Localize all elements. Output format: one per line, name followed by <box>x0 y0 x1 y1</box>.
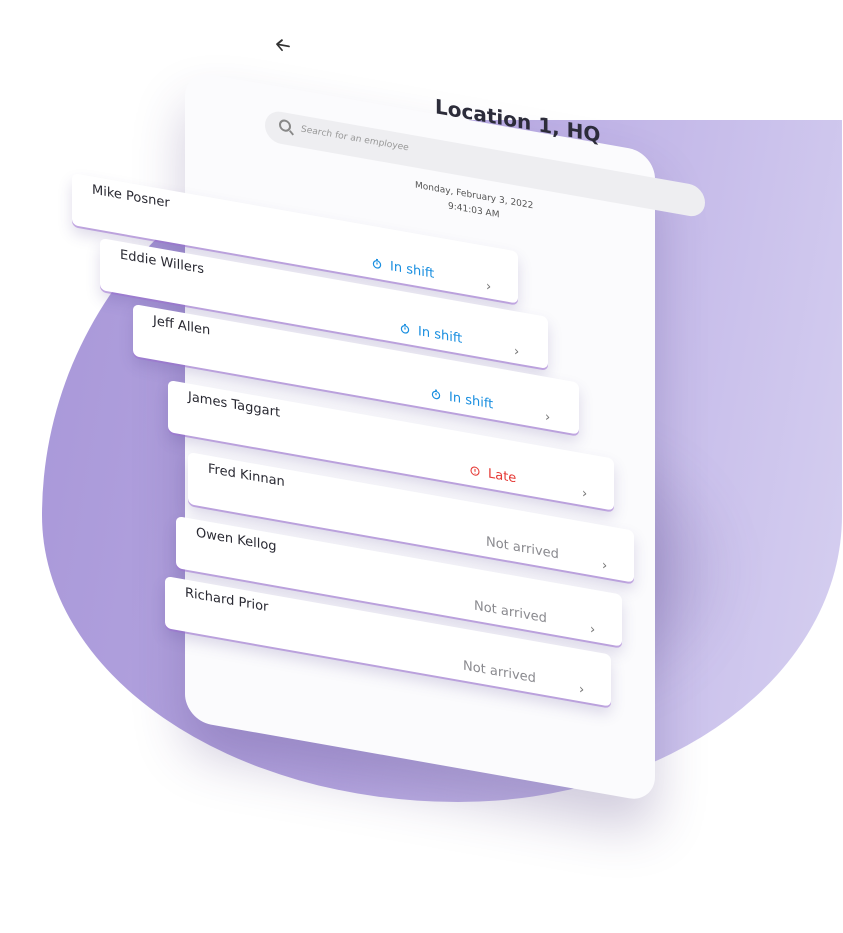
chevron-right-icon[interactable]: › <box>602 558 607 574</box>
status-label: In shift <box>400 321 462 347</box>
status-label: In shift <box>431 387 493 413</box>
chevron-right-icon[interactable]: › <box>579 682 584 698</box>
status-label: Not arrived <box>474 598 547 627</box>
chevron-right-icon[interactable]: › <box>582 486 587 502</box>
stopwatch-icon <box>372 258 382 269</box>
stopwatch-icon <box>431 389 441 400</box>
employee-name: Jeff Allen <box>153 313 211 339</box>
status-label: Not arrived <box>463 658 536 687</box>
alert-circle-icon <box>470 466 480 476</box>
chevron-right-icon[interactable]: › <box>590 622 595 638</box>
page-title: Location 1, HQ <box>435 94 601 148</box>
back-arrow-icon[interactable] <box>275 36 295 60</box>
chevron-right-icon[interactable]: › <box>545 410 550 426</box>
search-icon <box>279 118 291 133</box>
employee-name: Mike Posner <box>92 182 170 212</box>
status-label: Not arrived <box>486 534 559 563</box>
status-label: In shift <box>372 256 434 282</box>
stopwatch-icon <box>400 323 410 334</box>
chevron-right-icon[interactable]: › <box>514 344 519 360</box>
chevron-right-icon[interactable]: › <box>486 279 491 295</box>
app-canvas: Location 1, HQ Search for an employee Mo… <box>0 0 843 933</box>
search-placeholder: Search for an employee <box>301 124 409 154</box>
status-label: Late <box>470 463 516 486</box>
